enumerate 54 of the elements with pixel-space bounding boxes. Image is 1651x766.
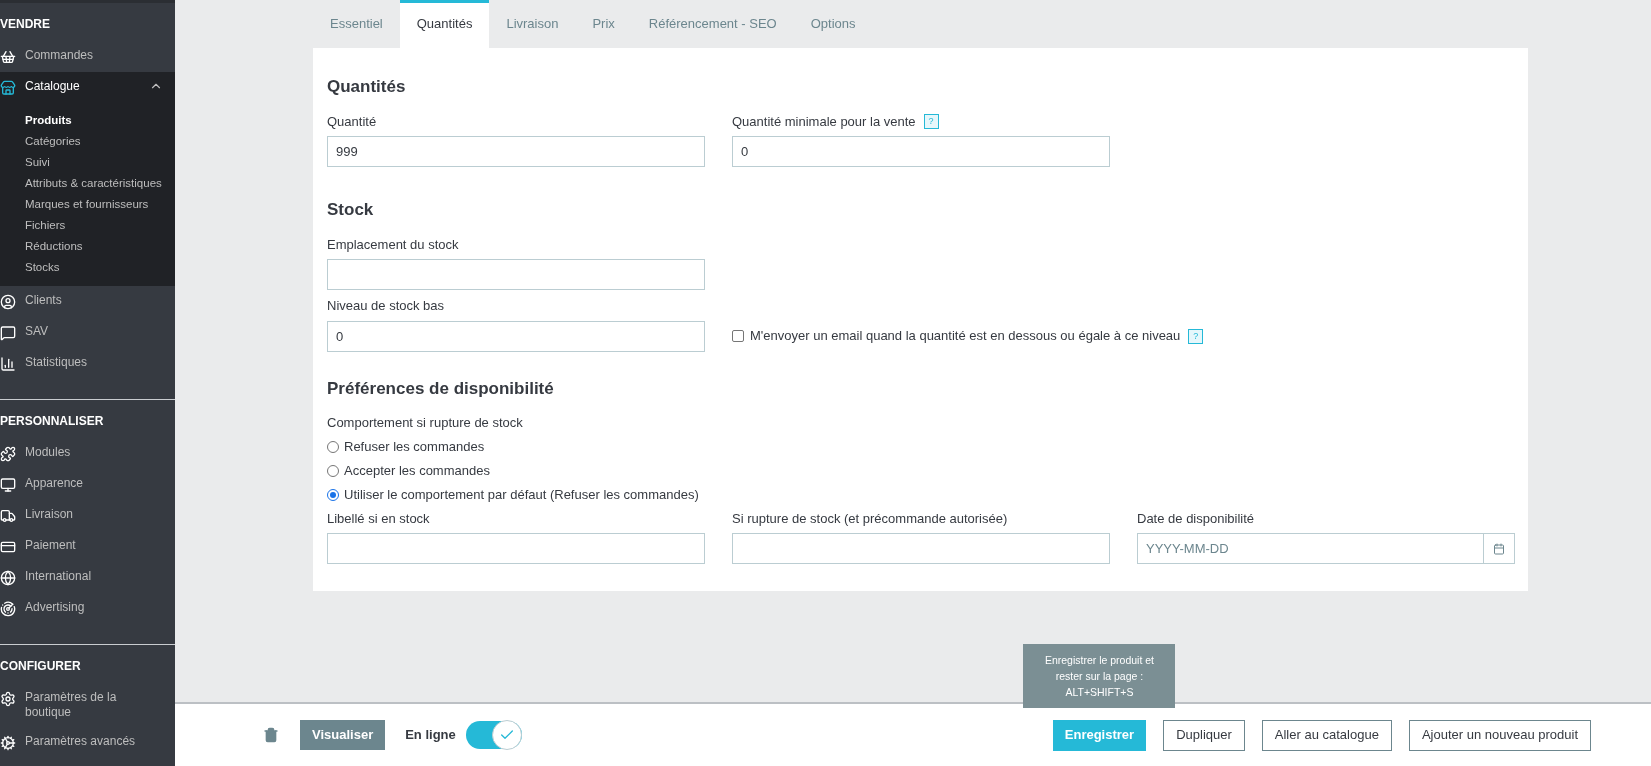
text-field[interactable]: 999 xyxy=(327,136,705,167)
outline-button[interactable]: Ajouter un nouveau produit xyxy=(1408,719,1591,751)
radio-label: Accepter les commandes xyxy=(344,461,490,480)
nav-item[interactable]: Paramètres de la boutique xyxy=(0,683,175,727)
nav-item[interactable]: Advertising xyxy=(0,593,175,624)
submenu-item[interactable]: Réductions xyxy=(0,236,175,257)
nav-item[interactable]: Livraison xyxy=(0,500,175,531)
section-title: VENDRE xyxy=(0,16,51,33)
tab[interactable]: Référencement - SEO xyxy=(631,0,794,48)
section-heading: Quantités xyxy=(327,76,407,98)
field-label: Emplacement du stock xyxy=(327,235,459,254)
tab[interactable]: Essentiel xyxy=(313,0,400,48)
field-label: Quantité minimale pour la vente xyxy=(732,112,916,131)
submenu-item[interactable]: Suivi xyxy=(0,152,175,173)
radio-label: Utiliser le comportement par défaut (Refuser les commandes) xyxy=(344,485,699,504)
field-label: Date de disponibilité xyxy=(1137,509,1255,528)
section-heading: Stock xyxy=(327,199,375,221)
nav-item[interactable]: International xyxy=(0,562,175,593)
outline-button[interactable]: Aller au catalogue xyxy=(1261,719,1392,751)
field-label: Si rupture de stock (et précommande autorisée) xyxy=(732,509,1008,528)
preview-button[interactable]: Visualiser xyxy=(300,720,386,750)
tab[interactable]: Prix xyxy=(575,0,632,48)
section-heading: Préférences de disponibilité xyxy=(327,377,555,400)
nav-item[interactable]: Statistiques xyxy=(0,348,175,379)
nav-item[interactable]: Paramètres avancés xyxy=(0,727,175,758)
submenu-item[interactable]: Attributs & caractéristiques xyxy=(0,173,175,194)
radio-label: Refuser les commandes xyxy=(344,437,485,456)
outline-button[interactable]: Dupliquer xyxy=(1163,719,1245,751)
section-title: CONFIGURER xyxy=(0,658,82,675)
section-title: PERSONNALISER xyxy=(0,413,105,430)
submenu-item[interactable]: Catégories xyxy=(0,131,175,152)
nav-item[interactable]: SAV xyxy=(0,317,175,348)
submenu-item[interactable]: Stocks xyxy=(0,257,175,278)
submenu-item[interactable]: Marques et fournisseurs xyxy=(0,194,175,215)
nav-item[interactable]: Apparence xyxy=(0,469,175,500)
nav-item[interactable]: Modules xyxy=(0,438,175,469)
text-field[interactable]: 0 xyxy=(732,136,1110,167)
checkbox-label: M'envoyer un email quand la quantité est en dessous ou égale à ce niveau xyxy=(750,327,1181,346)
submenu-item[interactable]: Produits xyxy=(0,110,175,131)
field-label: Niveau de stock bas xyxy=(327,297,445,315)
date-field[interactable]: YYYY-MM-DD xyxy=(1137,533,1484,564)
tab[interactable]: Options xyxy=(793,0,873,48)
toggle-label: En ligne xyxy=(405,726,456,745)
tooltip: Enregistrer le produit et rester sur la page : ALT+SHIFT+S xyxy=(1023,643,1176,708)
nav-item[interactable]: Commandes xyxy=(0,41,175,72)
submenu-item[interactable]: Fichiers xyxy=(0,215,175,236)
tab[interactable]: Livraison xyxy=(489,0,576,48)
text-field[interactable]: 0 xyxy=(327,320,705,352)
field-label: Comportement si rupture de stock xyxy=(327,414,524,432)
nav-item[interactable]: Paiement xyxy=(0,531,175,562)
field-label: Libellé si en stock xyxy=(327,509,430,528)
nav-item[interactable]: Clients xyxy=(0,286,175,317)
field-label: Quantité xyxy=(327,112,377,131)
tab[interactable]: Quantités xyxy=(399,0,490,48)
